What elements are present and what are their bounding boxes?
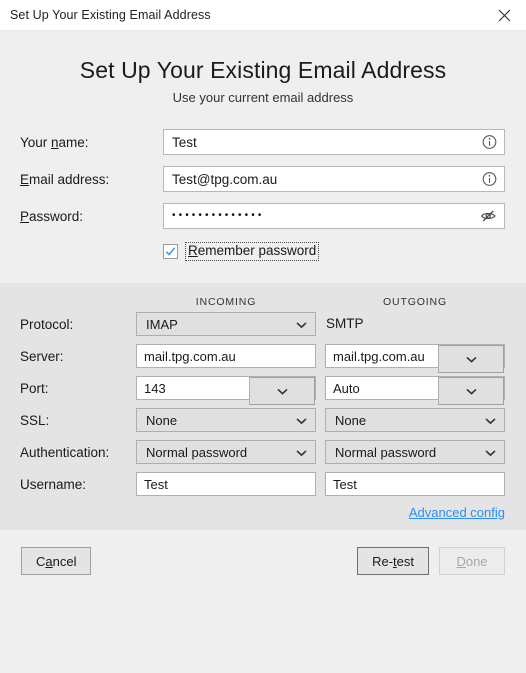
authentication-label: Authentication: [20, 444, 110, 460]
check-icon [165, 246, 176, 256]
email-setup-dialog: Set Up Your Existing Email Address Set U… [0, 0, 526, 673]
port-label: Port: [20, 380, 49, 396]
button-bar: Ca ncel Re-t est Done [0, 547, 526, 575]
email-input-value: Test@tpg.com.au [172, 171, 278, 187]
chevron-down-icon[interactable] [249, 377, 315, 405]
outgoing-protocol-value: SMTP [326, 316, 364, 331]
settings-row-server: Server: mail.tpg.com.au mail.tpg.com.au [0, 344, 526, 373]
incoming-column-header: INCOMING [195, 296, 257, 308]
settings-row-port: Port: 143 Auto [0, 376, 526, 405]
field-row-password: Password: •••••••••••••• [0, 203, 526, 229]
chevron-down-icon[interactable] [438, 345, 504, 373]
window-title: Set Up Your Existing Email Address [10, 8, 211, 22]
outgoing-column-header: OUTGOING [383, 296, 447, 308]
outgoing-ssl-value: None [335, 412, 367, 428]
outgoing-port-combo[interactable]: Auto [325, 376, 505, 405]
protocol-label: Protocol: [20, 316, 74, 332]
outgoing-protocol-value-wrap: SMTP [325, 312, 505, 336]
password-input-value: •••••••••••••• [172, 210, 265, 221]
outgoing-ssl-select[interactable]: None [325, 408, 505, 432]
incoming-auth-value: Normal password [146, 444, 248, 460]
done-button[interactable]: Done [439, 547, 505, 575]
field-row-name: Your name: Test [0, 129, 526, 155]
titlebar: Set Up Your Existing Email Address [0, 0, 526, 31]
incoming-port-value: 143 [144, 380, 166, 396]
email-label: Email address: [20, 171, 110, 187]
close-button[interactable] [482, 0, 526, 31]
incoming-port-combo[interactable]: 143 [136, 376, 316, 405]
settings-row-authentication: Authentication: Normal password Normal p… [0, 440, 526, 464]
password-input[interactable]: •••••••••••••• [163, 203, 505, 229]
advanced-config-row: Advanced config [0, 505, 526, 520]
account-section: Set Up Your Existing Email Address Use y… [0, 31, 526, 262]
server-label: Server: [20, 348, 64, 364]
ssl-label: SSL: [20, 412, 50, 428]
incoming-username-input[interactable]: Test [136, 472, 316, 496]
chevron-down-icon [296, 413, 307, 428]
info-icon[interactable] [482, 172, 497, 187]
chevron-down-icon [296, 445, 307, 460]
outgoing-auth-select[interactable]: Normal password [325, 440, 505, 464]
eye-off-icon[interactable] [480, 209, 497, 224]
incoming-server-value: mail.tpg.com.au [144, 348, 236, 364]
incoming-auth-select[interactable]: Normal password [136, 440, 316, 464]
server-settings-section: INCOMING OUTGOING Protocol: IMAP SMTP Se… [0, 283, 526, 530]
name-label: Your name: [20, 134, 89, 150]
incoming-server-input[interactable]: mail.tpg.com.au [136, 344, 316, 368]
password-label: Password: [20, 208, 84, 224]
outgoing-port-value: Auto [333, 380, 360, 396]
incoming-protocol-select[interactable]: IMAP [136, 312, 316, 336]
remember-password-row[interactable]: Remember password [0, 240, 526, 262]
settings-row-protocol: Protocol: IMAP SMTP [0, 312, 526, 336]
settings-row-username: Username: Test Test [0, 472, 526, 496]
outgoing-username-value: Test [333, 476, 357, 492]
retest-button[interactable]: Re-t est [357, 547, 429, 575]
outgoing-auth-value: Normal password [335, 444, 437, 460]
outgoing-server-value: mail.tpg.com.au [333, 348, 425, 364]
remember-password-checkbox[interactable] [163, 243, 178, 259]
dialog-footer: Ca ncel Re-t est Done [0, 530, 526, 673]
chevron-down-icon [485, 413, 496, 428]
column-headers: INCOMING OUTGOING [0, 292, 526, 312]
outgoing-server-combo[interactable]: mail.tpg.com.au [325, 344, 505, 373]
chevron-down-icon [296, 317, 307, 332]
chevron-down-icon [485, 445, 496, 460]
cancel-button[interactable]: Ca ncel [21, 547, 92, 575]
page-title: Set Up Your Existing Email Address [79, 57, 447, 83]
field-row-email: Email address: Test@tpg.com.au [0, 166, 526, 192]
username-label: Username: [20, 476, 87, 492]
name-input[interactable]: Test [163, 129, 505, 155]
info-icon[interactable] [482, 135, 497, 150]
incoming-username-value: Test [144, 476, 168, 492]
chevron-down-icon[interactable] [438, 377, 504, 405]
page-subtitle: Use your current email address [172, 90, 354, 105]
remember-password-label[interactable]: Remember password [185, 241, 320, 261]
close-icon [498, 9, 511, 22]
incoming-ssl-value: None [146, 412, 178, 428]
incoming-ssl-select[interactable]: None [136, 408, 316, 432]
name-input-value: Test [172, 134, 197, 150]
advanced-config-link[interactable]: Advanced config [409, 505, 505, 520]
incoming-protocol-value: IMAP [146, 316, 178, 332]
settings-row-ssl: SSL: None None [0, 408, 526, 432]
outgoing-username-input[interactable]: Test [325, 472, 505, 496]
email-input[interactable]: Test@tpg.com.au [163, 166, 505, 192]
